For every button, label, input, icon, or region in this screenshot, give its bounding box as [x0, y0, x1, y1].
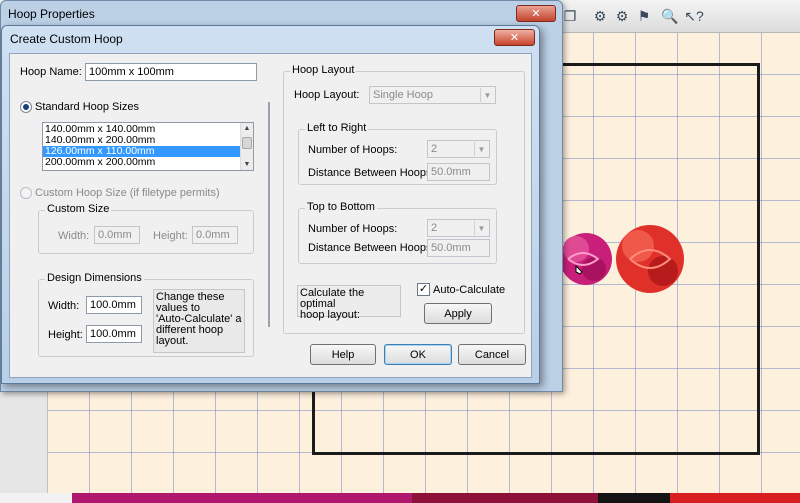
design-width-input[interactable]: 100.0mm	[86, 296, 142, 314]
scroll-down-icon[interactable]: ▼	[241, 159, 253, 170]
calc-line: Calculate the optimal	[300, 287, 365, 310]
zoom-in-icon[interactable]: ⚙	[612, 6, 632, 26]
custom-width-input[interactable]: 0.0mm	[94, 226, 140, 244]
ttb-distance-input[interactable]: 50.0mm	[427, 239, 490, 257]
chevron-down-icon: ▼	[474, 142, 488, 156]
thread-color-bar[interactable]	[0, 493, 800, 503]
hint-line: layout.	[156, 335, 189, 347]
cancel-button[interactable]: Cancel	[458, 344, 526, 365]
design-height-input[interactable]: 100.0mm	[86, 325, 142, 343]
vertical-separator	[268, 102, 270, 327]
top-to-bottom-title: Top to Bottom	[305, 201, 377, 213]
ltr-distance-input[interactable]: 50.0mm	[427, 163, 490, 181]
apply-button[interactable]: Apply	[424, 303, 492, 324]
left-to-right-title: Left to Right	[305, 122, 369, 134]
chevron-down-icon: ▼	[474, 221, 488, 235]
custom-size-radio-label: Custom Hoop Size (if filetype permits)	[35, 187, 220, 199]
zoom-hoop-icon[interactable]: ⚙	[590, 6, 610, 26]
dialog-close-button[interactable]: ✕	[494, 29, 535, 46]
custom-height-input[interactable]: 0.0mm	[192, 226, 238, 244]
hoop-layout-select[interactable]: Single Hoop ▼	[369, 86, 496, 104]
hoop-name-label: Hoop Name:	[20, 66, 82, 78]
help-button[interactable]: Help	[310, 344, 376, 365]
custom-size-title: Custom Size	[45, 203, 112, 215]
ltr-count-label: Number of Hoops:	[308, 144, 398, 156]
ttb-count-select[interactable]: 2 ▼	[427, 219, 490, 237]
scroll-up-icon[interactable]: ▲	[241, 123, 253, 134]
create-custom-hoop-dialog: Create Custom Hoop ✕ Hoop Name: 100mm x …	[1, 25, 540, 384]
ltr-count-value: 2	[431, 143, 438, 155]
auto-calculate-checkbox[interactable]: ✓	[417, 283, 430, 296]
dialog-title: Create Custom Hoop	[10, 32, 123, 46]
stitch-down-icon[interactable]: ⚑	[634, 6, 654, 26]
standard-sizes-list[interactable]: 140.00mm x 140.00mm 140.00mm x 200.00mm …	[42, 122, 254, 171]
color-swatch-red[interactable]	[670, 493, 800, 503]
design-height-label: Height:	[48, 329, 83, 341]
design-width-label: Width:	[48, 300, 80, 312]
ttb-count-label: Number of Hoops:	[308, 223, 398, 235]
chevron-down-icon: ▼	[480, 88, 494, 102]
custom-size-radio[interactable]	[20, 187, 32, 199]
hoop-layout-value: Single Hoop	[373, 89, 433, 101]
color-swatch-magenta[interactable]	[72, 493, 412, 503]
standard-sizes-label: Standard Hoop Sizes	[35, 101, 139, 113]
list-scrollbar[interactable]: ▲ ▼	[240, 123, 253, 170]
dialog-client-area: Hoop Name: 100mm x 100mm Standard Hoop S…	[9, 53, 532, 378]
close-icon: ✕	[531, 8, 541, 20]
hoop-name-input[interactable]: 100mm x 100mm	[85, 63, 257, 81]
parent-window-title: Hoop Properties	[8, 7, 95, 21]
help-pointer-icon[interactable]: ↖?	[684, 6, 704, 26]
color-swatch-white[interactable]	[0, 493, 72, 503]
standard-sizes-radio[interactable]	[20, 101, 32, 113]
magnifier-icon[interactable]: 🔍	[660, 6, 680, 26]
ttb-count-value: 2	[431, 222, 438, 234]
list-item[interactable]: 200.00mm x 200.00mm	[43, 157, 253, 168]
calc-line: hoop layout:	[300, 309, 360, 321]
ltr-distance-label: Distance Between Hoops:	[308, 167, 435, 179]
parent-close-button[interactable]: ✕	[516, 5, 556, 22]
hoop-layout-title: Hoop Layout	[290, 64, 357, 76]
design-dimensions-hint: Change these values to 'Auto-Calculate' …	[153, 289, 245, 353]
color-swatch-maroon[interactable]	[412, 493, 598, 503]
ok-button[interactable]: OK	[384, 344, 452, 365]
copy-icon[interactable]: ❐	[560, 6, 580, 26]
scroll-thumb[interactable]	[242, 137, 252, 149]
ltr-count-select[interactable]: 2 ▼	[427, 140, 490, 158]
custom-height-label: Height:	[153, 230, 188, 242]
auto-calculate-label: Auto-Calculate	[433, 284, 506, 296]
color-swatch-black[interactable]	[598, 493, 670, 503]
design-dimensions-title: Design Dimensions	[45, 272, 144, 284]
close-icon: ✕	[509, 32, 520, 44]
ttb-distance-label: Distance Between Hoops:	[308, 242, 435, 254]
hoop-layout-label: Hoop Layout:	[294, 89, 360, 101]
calculate-hint: Calculate the optimal hoop layout:	[297, 285, 401, 321]
custom-width-label: Width:	[58, 230, 90, 242]
